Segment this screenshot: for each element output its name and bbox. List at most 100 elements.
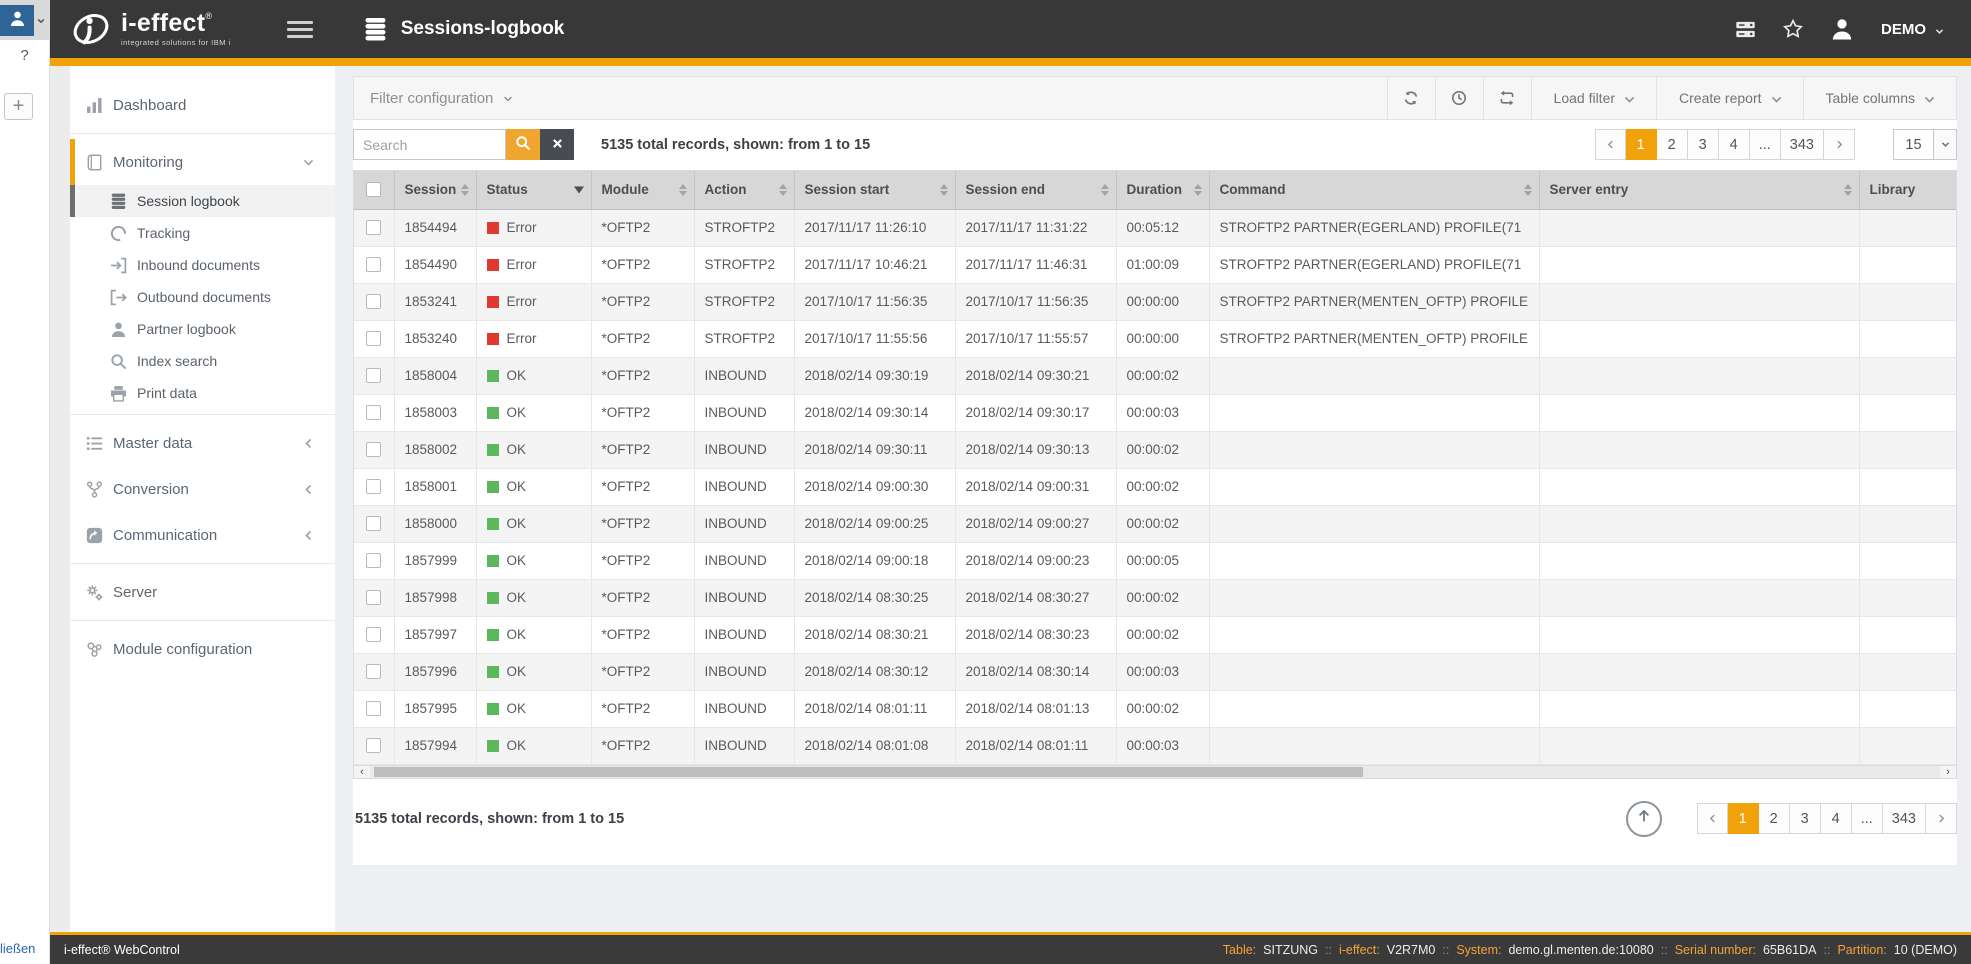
help-button[interactable]: ?: [0, 47, 49, 64]
table-row[interactable]: 1857995OK*OFTP2INBOUND2018/02/14 08:01:1…: [354, 690, 1957, 727]
favorites-star-icon[interactable]: [1783, 19, 1803, 39]
search-input[interactable]: [353, 129, 506, 160]
select-all-header[interactable]: [354, 171, 394, 209]
clear-search-button[interactable]: [540, 129, 574, 160]
select-all-checkbox[interactable]: [366, 182, 381, 197]
page-button-343[interactable]: 343: [1781, 129, 1824, 160]
table-row[interactable]: 1858000OK*OFTP2INBOUND2018/02/14 09:00:2…: [354, 505, 1957, 542]
row-checkbox[interactable]: [366, 664, 381, 679]
page-button-2[interactable]: 2: [1759, 803, 1790, 834]
table-row[interactable]: 1857997OK*OFTP2INBOUND2018/02/14 08:30:2…: [354, 616, 1957, 653]
table-row[interactable]: 1854494Error*OFTP2STROFTP22017/11/17 11:…: [354, 209, 1957, 246]
column-header-library[interactable]: Library: [1859, 171, 1957, 209]
table-row[interactable]: 1857996OK*OFTP2INBOUND2018/02/14 08:30:1…: [354, 653, 1957, 690]
sidebar-item-inbound-documents[interactable]: Inbound documents: [70, 249, 335, 281]
table-row[interactable]: 1853241Error*OFTP2STROFTP22017/10/17 11:…: [354, 283, 1957, 320]
scroll-to-top-button[interactable]: [1626, 801, 1662, 837]
sort-icon[interactable]: [1101, 184, 1109, 196]
row-checkbox[interactable]: [366, 738, 381, 753]
next-page-button[interactable]: [1824, 129, 1855, 160]
prev-page-button[interactable]: [1595, 129, 1626, 160]
row-checkbox[interactable]: [366, 590, 381, 605]
row-checkbox[interactable]: [366, 442, 381, 457]
os-user-avatar[interactable]: [0, 5, 34, 36]
user-avatar-icon[interactable]: [1830, 17, 1854, 41]
table-row[interactable]: 1857999OK*OFTP2INBOUND2018/02/14 09:00:1…: [354, 542, 1957, 579]
sidebar-item-print-data[interactable]: Print data: [70, 377, 335, 409]
page-button-1[interactable]: 1: [1728, 803, 1759, 834]
clock-button[interactable]: [1435, 77, 1483, 119]
sort-desc-icon[interactable]: [574, 186, 584, 193]
table-row[interactable]: 1854490Error*OFTP2STROFTP22017/11/17 10:…: [354, 246, 1957, 283]
menu-toggle-icon[interactable]: [287, 17, 313, 42]
column-header-command[interactable]: Command: [1209, 171, 1539, 209]
page-button-2[interactable]: 2: [1657, 129, 1688, 160]
sidebar-item-communication[interactable]: Communication: [70, 512, 335, 558]
page-button-4[interactable]: 4: [1719, 129, 1750, 160]
column-header-module[interactable]: Module: [591, 171, 694, 209]
table-row[interactable]: 1858002OK*OFTP2INBOUND2018/02/14 09:30:1…: [354, 431, 1957, 468]
sidebar-item-server[interactable]: Server: [70, 569, 335, 615]
row-checkbox[interactable]: [366, 220, 381, 235]
repeat-button[interactable]: [1483, 77, 1531, 119]
page-button-4[interactable]: 4: [1821, 803, 1852, 834]
sort-icon[interactable]: [461, 184, 469, 196]
row-checkbox[interactable]: [366, 294, 381, 309]
row-checkbox[interactable]: [366, 627, 381, 642]
sort-icon[interactable]: [779, 184, 787, 196]
table-row[interactable]: 1857994OK*OFTP2INBOUND2018/02/14 08:01:0…: [354, 727, 1957, 764]
refresh-button[interactable]: [1387, 77, 1435, 119]
column-header-duration[interactable]: Duration: [1116, 171, 1209, 209]
sidebar-item-conversion[interactable]: Conversion: [70, 466, 335, 512]
row-checkbox[interactable]: [366, 701, 381, 716]
page-size-select[interactable]: 15: [1893, 129, 1957, 160]
sidebar-item-module-configuration[interactable]: Module configuration: [70, 626, 335, 672]
prev-page-button[interactable]: [1697, 803, 1728, 834]
column-header-status[interactable]: Status: [476, 171, 591, 209]
horizontal-scrollbar[interactable]: ‹ ›: [353, 765, 1957, 779]
row-checkbox[interactable]: [366, 331, 381, 346]
sort-icon[interactable]: [679, 184, 687, 196]
table-row[interactable]: 1853240Error*OFTP2STROFTP22017/10/17 11:…: [354, 320, 1957, 357]
page-button-3[interactable]: 3: [1790, 803, 1821, 834]
sidebar-item-master-data[interactable]: Master data: [70, 420, 335, 466]
scroll-left-icon[interactable]: ‹: [354, 766, 370, 778]
server-status-icon[interactable]: [1735, 19, 1756, 40]
page-button-1[interactable]: 1: [1626, 129, 1657, 160]
load-filter-button[interactable]: Load filter: [1531, 77, 1656, 119]
sidebar-item-partner-logbook[interactable]: Partner logbook: [70, 313, 335, 345]
table-row[interactable]: 1858001OK*OFTP2INBOUND2018/02/14 09:00:3…: [354, 468, 1957, 505]
add-tab-button[interactable]: +: [4, 93, 33, 120]
row-checkbox[interactable]: [366, 368, 381, 383]
table-row[interactable]: 1858003OK*OFTP2INBOUND2018/02/14 09:30:1…: [354, 394, 1957, 431]
sort-icon[interactable]: [1844, 184, 1852, 196]
column-header-session-end[interactable]: Session end: [955, 171, 1116, 209]
table-row[interactable]: 1858004OK*OFTP2INBOUND2018/02/14 09:30:1…: [354, 357, 1957, 394]
sidebar-item-outbound-documents[interactable]: Outbound documents: [70, 281, 335, 313]
row-checkbox[interactable]: [366, 257, 381, 272]
column-header-server-entry[interactable]: Server entry: [1539, 171, 1859, 209]
column-header-session[interactable]: Session: [394, 171, 476, 209]
sidebar-item-monitoring[interactable]: Monitoring: [70, 139, 335, 185]
table-row[interactable]: 1857998OK*OFTP2INBOUND2018/02/14 08:30:2…: [354, 579, 1957, 616]
next-page-button[interactable]: [1926, 803, 1957, 834]
create-report-button[interactable]: Create report: [1656, 77, 1802, 119]
sidebar-item-session-logbook[interactable]: Session logbook: [70, 185, 335, 217]
sidebar-item-index-search[interactable]: Index search: [70, 345, 335, 377]
chevron-down-icon[interactable]: [36, 13, 46, 23]
row-checkbox[interactable]: [366, 553, 381, 568]
scrollbar-track[interactable]: [370, 766, 1940, 778]
row-checkbox[interactable]: [366, 405, 381, 420]
scrollbar-thumb[interactable]: [374, 767, 1363, 777]
filter-configuration-toggle[interactable]: Filter configuration: [370, 77, 514, 119]
user-menu[interactable]: DEMO: [1881, 21, 1945, 38]
close-link[interactable]: ließen: [0, 941, 35, 956]
search-button[interactable]: [506, 129, 540, 160]
column-header-action[interactable]: Action: [694, 171, 794, 209]
sort-icon[interactable]: [1524, 184, 1532, 196]
column-header-session-start[interactable]: Session start: [794, 171, 955, 209]
page-button-343[interactable]: 343: [1883, 803, 1926, 834]
sort-icon[interactable]: [940, 184, 948, 196]
sidebar-item-dashboard[interactable]: Dashboard: [70, 82, 335, 128]
row-checkbox[interactable]: [366, 516, 381, 531]
